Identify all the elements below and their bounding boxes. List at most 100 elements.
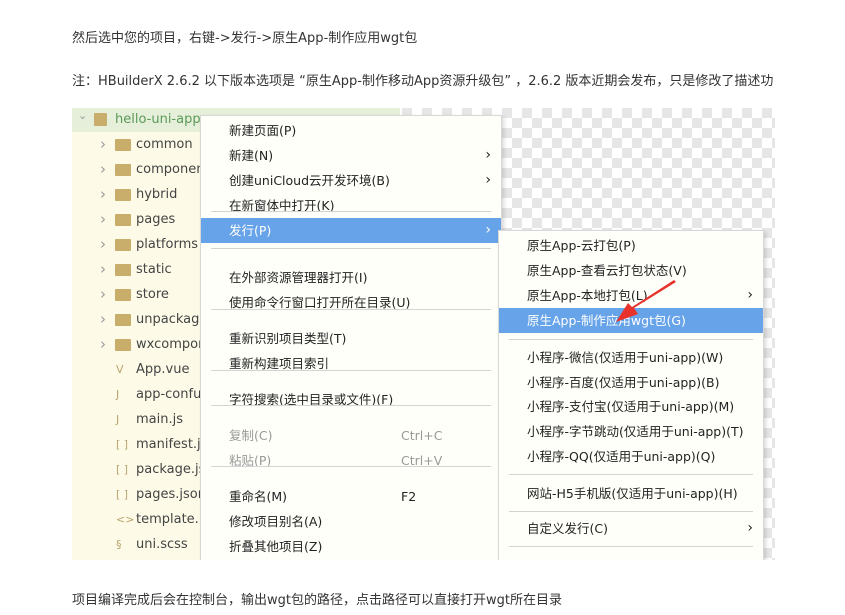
menu-item-label: 自定义发行(C) [527,521,608,536]
menu-item-label: 创建uniCloud云开发环境(B) [229,173,390,188]
menu-item-label: 新建(N) [229,148,274,163]
menu-item[interactable]: 小程序-微信(仅适用于uni-app)(W) [499,345,763,370]
chevron-right-icon: › [747,287,753,303]
menu-item-label: 在新窗体中打开(K) [229,198,335,213]
js-file-icon: J [116,388,120,401]
folder-icon [115,339,131,351]
menu-separator [211,466,491,467]
chevron-right-icon[interactable]: › [100,132,106,157]
menu-item[interactable]: 小程序-QQ(仅适用于uni-app)(Q) [499,444,763,469]
menu-item-label: 小程序-支付宝(仅适用于uni-app)(M) [527,399,735,414]
menu-item-label: 使用命令行窗口打开所在目录(U) [229,295,411,310]
folder-icon [115,164,131,176]
menu-item-label: 小程序-百度(仅适用于uni-app)(B) [527,375,720,390]
menu-separator [509,474,753,475]
menu-separator [211,370,491,371]
menu-item-label: 粘贴(P) [229,453,272,468]
note-text: 注：HBuilderX 2.6.2 以下版本选项是 “原生App-制作移动App… [72,74,774,89]
menu-item[interactable]: 发行(P) › [201,218,501,243]
menu-item[interactable]: 小程序-百度(仅适用于uni-app)(B) [499,370,763,395]
menu-item-label: 新建页面(P) [229,123,297,138]
tree-item-label: unpackage [136,312,208,327]
tree-item-label: main.js [136,412,183,427]
sass-file-icon: § [116,538,122,551]
menu-item-label: 折叠其他项目(Z) [229,539,323,554]
chevron-right-icon: › [485,147,491,163]
menu-item[interactable]: 重新识别项目类型(T) [201,326,501,351]
chevron-right-icon[interactable]: › [100,332,106,357]
tree-item-label: pages.json [136,487,206,502]
folder-icon [115,214,131,226]
html-file-icon: <> [116,513,135,526]
tree-item-label: App.vue [136,362,190,377]
tree-item-label: uni.scss [136,537,188,552]
menu-separator [211,248,491,249]
menu-separator [509,546,753,547]
menu-item[interactable]: 粘贴(P) Ctrl+V [201,448,501,473]
screenshot-image: ⌄ hello-uni-app › common › components › hybrid ›… [72,108,775,560]
shortcut-label: F2 [401,489,417,504]
menu-item[interactable]: 新建页面(P) [201,118,501,143]
chevron-right-icon[interactable]: › [100,282,106,307]
menu-separator [509,339,753,340]
menu-item[interactable]: 创建uniCloud云开发环境(B) › [201,168,501,193]
context-menu: 新建页面(P) 新建(N) › 创建uniCloud云开发环境(B) › 在新窗体中打开(… [200,115,502,560]
menu-item[interactable]: 自定义发行(C) › [499,516,763,541]
menu-item[interactable]: 原生App-云打包(P) [499,233,763,258]
menu-item-label: 修改项目别名(A) [229,514,323,529]
menu-separator [509,511,753,512]
folder-icon [115,139,131,151]
project-icon [94,113,107,126]
chevron-right-icon[interactable]: › [100,257,106,282]
chevron-right-icon: › [747,520,753,536]
shortcut-label: Ctrl+V [401,453,443,468]
red-arrow-annotation [616,280,676,322]
menu-item[interactable]: 重命名(M) F2 [201,484,501,509]
menu-item-label: 重命名(M) [229,489,288,504]
result-text: 项目编译完成后会在控制台，输出wgt包的路径，点击路径可以直接打开wgt所在目录 [72,593,562,608]
menu-item[interactable]: 复制(C) Ctrl+C [201,423,501,448]
menu-item-label: 小程序-微信(仅适用于uni-app)(W) [527,350,724,365]
instruction-text: 然后选中您的项目，右键->发行->原生App-制作应用wgt包 [72,31,418,46]
tree-item-label: hybrid [136,187,178,202]
menu-item[interactable]: 在外部资源管理器打开(I) [201,265,501,290]
folder-icon [115,239,131,251]
menu-item-label: 字符搜索(选中目录或文件)(F) [229,392,394,407]
menu-item-label: 原生App-云打包(P) [527,238,636,253]
chevron-right-icon: › [485,172,491,188]
menu-item-label: 重新识别项目类型(T) [229,331,347,346]
menu-item-label: 复制(C) [229,428,273,443]
json-file-icon: [ ] [116,463,129,476]
menu-item[interactable]: 折叠其他项目(Z) [201,534,501,559]
menu-item[interactable]: 小程序-支付宝(仅适用于uni-app)(M) [499,394,763,419]
vue-file-icon: V [116,363,124,376]
menu-item-label: 发行(P) [229,223,272,238]
chevron-down-icon[interactable]: ⌄ [78,108,87,128]
menu-item[interactable]: 使用命令行窗口打开所在目录(U) [201,290,501,315]
chevron-right-icon[interactable]: › [100,307,106,332]
menu-item[interactable]: 重新构建项目索引 [201,351,501,376]
chevron-right-icon[interactable]: › [100,232,106,257]
tree-item-label: hello-uni-app [115,112,201,127]
chevron-right-icon[interactable]: › [100,157,106,182]
menu-item[interactable]: 字符搜索(选中目录或文件)(F) [201,387,501,412]
menu-item[interactable]: 新建(N) › [201,143,501,168]
chevron-right-icon[interactable]: › [100,182,106,207]
json-file-icon: [ ] [116,488,129,501]
menu-item[interactable]: 在新窗体中打开(K) [201,193,501,218]
menu-item[interactable]: 网站-H5手机版(仅适用于uni-app)(H) [499,481,763,506]
tree-item-label: platforms [136,237,199,252]
folder-icon [115,264,131,276]
js-file-icon: J [116,413,120,426]
tree-item-label: common [136,137,193,152]
menu-separator [211,309,491,310]
menu-item[interactable]: 小程序-字节跳动(仅适用于uni-app)(T) [499,419,763,444]
folder-icon [115,314,131,326]
folder-icon [115,189,131,201]
chevron-right-icon: › [485,222,491,238]
menu-item-label: 小程序-字节跳动(仅适用于uni-app)(T) [527,424,744,439]
menu-item[interactable]: 修改项目别名(A) [201,509,501,534]
chevron-right-icon[interactable]: › [100,207,106,232]
menu-item-label: 小程序-QQ(仅适用于uni-app)(Q) [527,449,716,464]
tree-item-label: static [136,262,172,277]
